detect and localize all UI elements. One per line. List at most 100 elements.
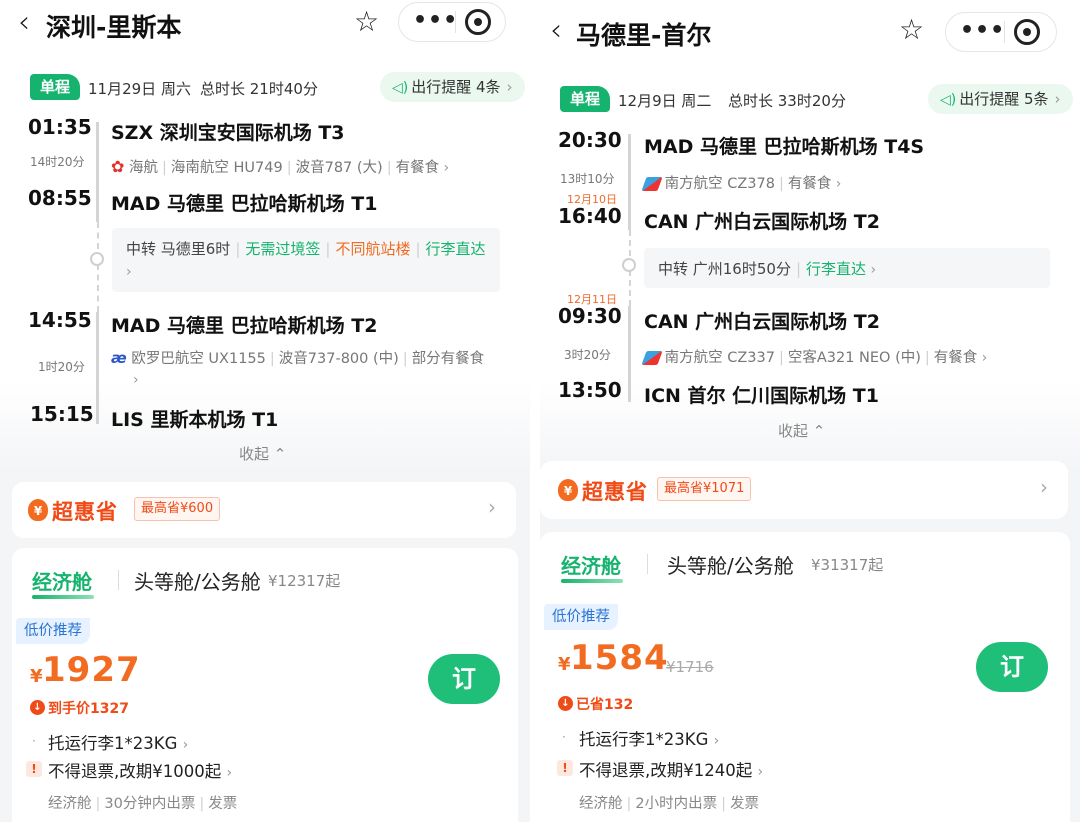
meal-info: 有餐食 (787, 176, 832, 192)
footnote-invoice: 发票 (208, 796, 238, 812)
chevron-right-icon: › (506, 78, 513, 96)
timeline-line (628, 134, 631, 230)
airline-info[interactable]: æ 欧罗巴航空 UX1155 | 波音737-800 (中) | 部分有餐食 (111, 347, 484, 368)
collapse-button[interactable]: 收起 ⌃ (239, 443, 286, 464)
footnote-issue-time: 30分钟内出票 (104, 796, 196, 812)
travel-reminder-button[interactable]: ◁) 出行提醒 5条 › (928, 84, 1073, 114)
transfer-summary: 中转 广州16时50分 | 行李直达 › (658, 260, 877, 278)
mini-program-capsule: ••• (945, 12, 1057, 52)
cabin-card: 经济舱 头等舱/公务舱 ¥31317起 低价推荐 ¥ 1584 ¥1716 订 … (540, 532, 1070, 822)
tab-economy[interactable]: 经济舱 (561, 550, 621, 579)
trip-type-tag: 单程 (30, 74, 81, 100)
price-value: 1927 (42, 650, 141, 690)
back-chevron-icon[interactable]: ‹ (550, 16, 562, 46)
more-dots-icon[interactable]: ••• (413, 8, 458, 33)
aircraft-type: 空客A321 NEO (中) (787, 350, 921, 366)
refund-label: 不得退票,改期¥1000起 (48, 762, 222, 781)
arrival-airport: MAD 马德里 巴拉哈斯机场 T1 (111, 193, 378, 215)
chevron-right-icon: › (831, 176, 842, 192)
departure-airport: MAD 马德里 巴拉哈斯机场 T2 (111, 315, 378, 337)
segment-duration: 14时20分 (30, 155, 85, 169)
trip-date: 12月9日 周二 (618, 92, 712, 110)
hainan-airlines-logo-icon: ✿ (111, 157, 125, 176)
ticket-footnote: 经济舱 | 30分钟内出票 | 发票 (48, 796, 238, 812)
transfer-tag-baggage: 行李直达 (425, 240, 486, 258)
fire-coin-icon: ¥ (28, 499, 48, 521)
super-save-logo: 超惠省 (52, 500, 118, 524)
chevron-right-icon[interactable]: › (133, 372, 139, 388)
tab-divider (647, 554, 648, 574)
departure-airport: MAD 马德里 巴拉哈斯机场 T4S (644, 136, 925, 158)
airline-info[interactable]: ✿ 海航 | 海南航空 HU749 | 波音787 (大) | 有餐食 › (111, 156, 449, 177)
final-price: 到手价1327 (48, 701, 129, 717)
price-value: 1584 (570, 638, 669, 678)
china-southern-logo-icon (641, 177, 663, 191)
arrival-time: 16:40 (558, 204, 622, 228)
star-icon[interactable]: ☆ (899, 16, 924, 44)
super-save-logo: 超惠省 (582, 480, 648, 504)
departure-airport: SZX 深圳宝安国际机场 T3 (111, 122, 345, 144)
refund-info[interactable]: 不得退票,改期¥1000起 › (48, 758, 232, 782)
super-save-card[interactable]: ¥ 超惠省 最高省¥1071 › (540, 461, 1068, 519)
trip-type-tag: 单程 (560, 86, 611, 112)
target-icon[interactable] (1014, 19, 1040, 45)
original-price: ¥1716 (666, 658, 714, 676)
page-title: 马德里-首尔 (576, 21, 712, 50)
price-currency: ¥ (558, 654, 571, 675)
transfer-info-box[interactable]: 中转 马德里6时 | 无需过境签 | 不同航站楼 | 行李直达 › (112, 228, 500, 292)
tab-economy[interactable]: 经济舱 (32, 566, 92, 595)
aircraft-type: 波音737-800 (中) (278, 351, 399, 367)
super-save-card[interactable]: ¥ 超惠省 最高省¥600 › (12, 482, 516, 538)
departure-time: 09:30 (558, 304, 622, 328)
star-icon[interactable]: ☆ (354, 8, 379, 36)
chevron-right-icon: › (713, 733, 720, 749)
meal-info: 有餐食 (395, 160, 440, 176)
reminder-label: 出行提醒 4条 (411, 78, 501, 96)
tab-first-business[interactable]: 头等舱/公务舱 (134, 566, 261, 595)
aircraft-type: 波音787 (大) (295, 160, 383, 176)
arrow-down-icon: ↓ (30, 700, 45, 715)
chevron-right-icon: › (866, 262, 877, 278)
collapse-label: 收起 (239, 445, 270, 463)
flight-panel-shenzhen-lisbon: ‹ 深圳-里斯本 ☆ ••• 单程 11月29日 周六 总时长 21时40分 ◁… (0, 0, 530, 822)
arrival-time: 13:50 (558, 378, 622, 402)
chevron-right-icon: › (1054, 90, 1061, 108)
footnote-issue-time: 2小时内出票 (635, 796, 718, 812)
back-chevron-icon[interactable]: ‹ (18, 8, 30, 38)
speaker-icon: ◁) (392, 80, 409, 96)
timeline-line (96, 312, 99, 424)
airline-name: 海航 (129, 160, 159, 176)
more-dots-icon[interactable]: ••• (960, 18, 1005, 43)
arrival-airport: ICN 首尔 仁川国际机场 T1 (644, 385, 879, 407)
transfer-city: 中转 广州16时50分 (658, 260, 791, 278)
arrival-airport: CAN 广州白云国际机场 T2 (644, 211, 880, 233)
travel-reminder-button[interactable]: ◁) 出行提醒 4条 › (380, 72, 525, 102)
timeline-line (628, 306, 631, 402)
dot-icon: · (562, 730, 566, 744)
transfer-info-box[interactable]: 中转 广州16时50分 | 行李直达 › (644, 248, 1050, 288)
warning-icon: ! (26, 761, 42, 777)
airline-info[interactable]: 南方航空 CZ337 | 空客A321 NEO (中) | 有餐食 › (641, 346, 987, 367)
book-button[interactable]: 订 (976, 642, 1048, 692)
target-icon[interactable] (465, 9, 491, 35)
timeline-line (96, 122, 99, 222)
airline-info[interactable]: 南方航空 CZ378 | 有餐食 › (641, 172, 842, 193)
collapse-button[interactable]: 收起 ⌃ (778, 420, 825, 441)
saved-amount: 已省132 (576, 697, 634, 713)
arrival-airport: LIS 里斯本机场 T1 (111, 409, 279, 431)
book-button[interactable]: 订 (428, 654, 500, 704)
tab-divider (118, 570, 119, 590)
departure-time: 01:35 (28, 115, 92, 139)
speaker-icon: ◁) (940, 92, 957, 108)
transfer-tag-terminal: 不同航站楼 (335, 240, 411, 258)
trip-date: 11月29日 周六 (88, 80, 191, 98)
refund-info[interactable]: 不得退票,改期¥1240起 › (579, 757, 763, 781)
baggage-info[interactable]: 托运行李1*23KG › (48, 730, 188, 754)
capsule-divider (455, 11, 456, 33)
baggage-info[interactable]: 托运行李1*23KG › (579, 726, 719, 750)
arrival-time: 15:15 (30, 402, 94, 426)
tab-first-business[interactable]: 头等舱/公务舱 (667, 550, 794, 579)
arrow-down-icon: ↓ (558, 696, 573, 711)
transfer-tag-visa: 无需过境签 (245, 240, 321, 258)
meal-info: 部分有餐食 (411, 351, 485, 367)
